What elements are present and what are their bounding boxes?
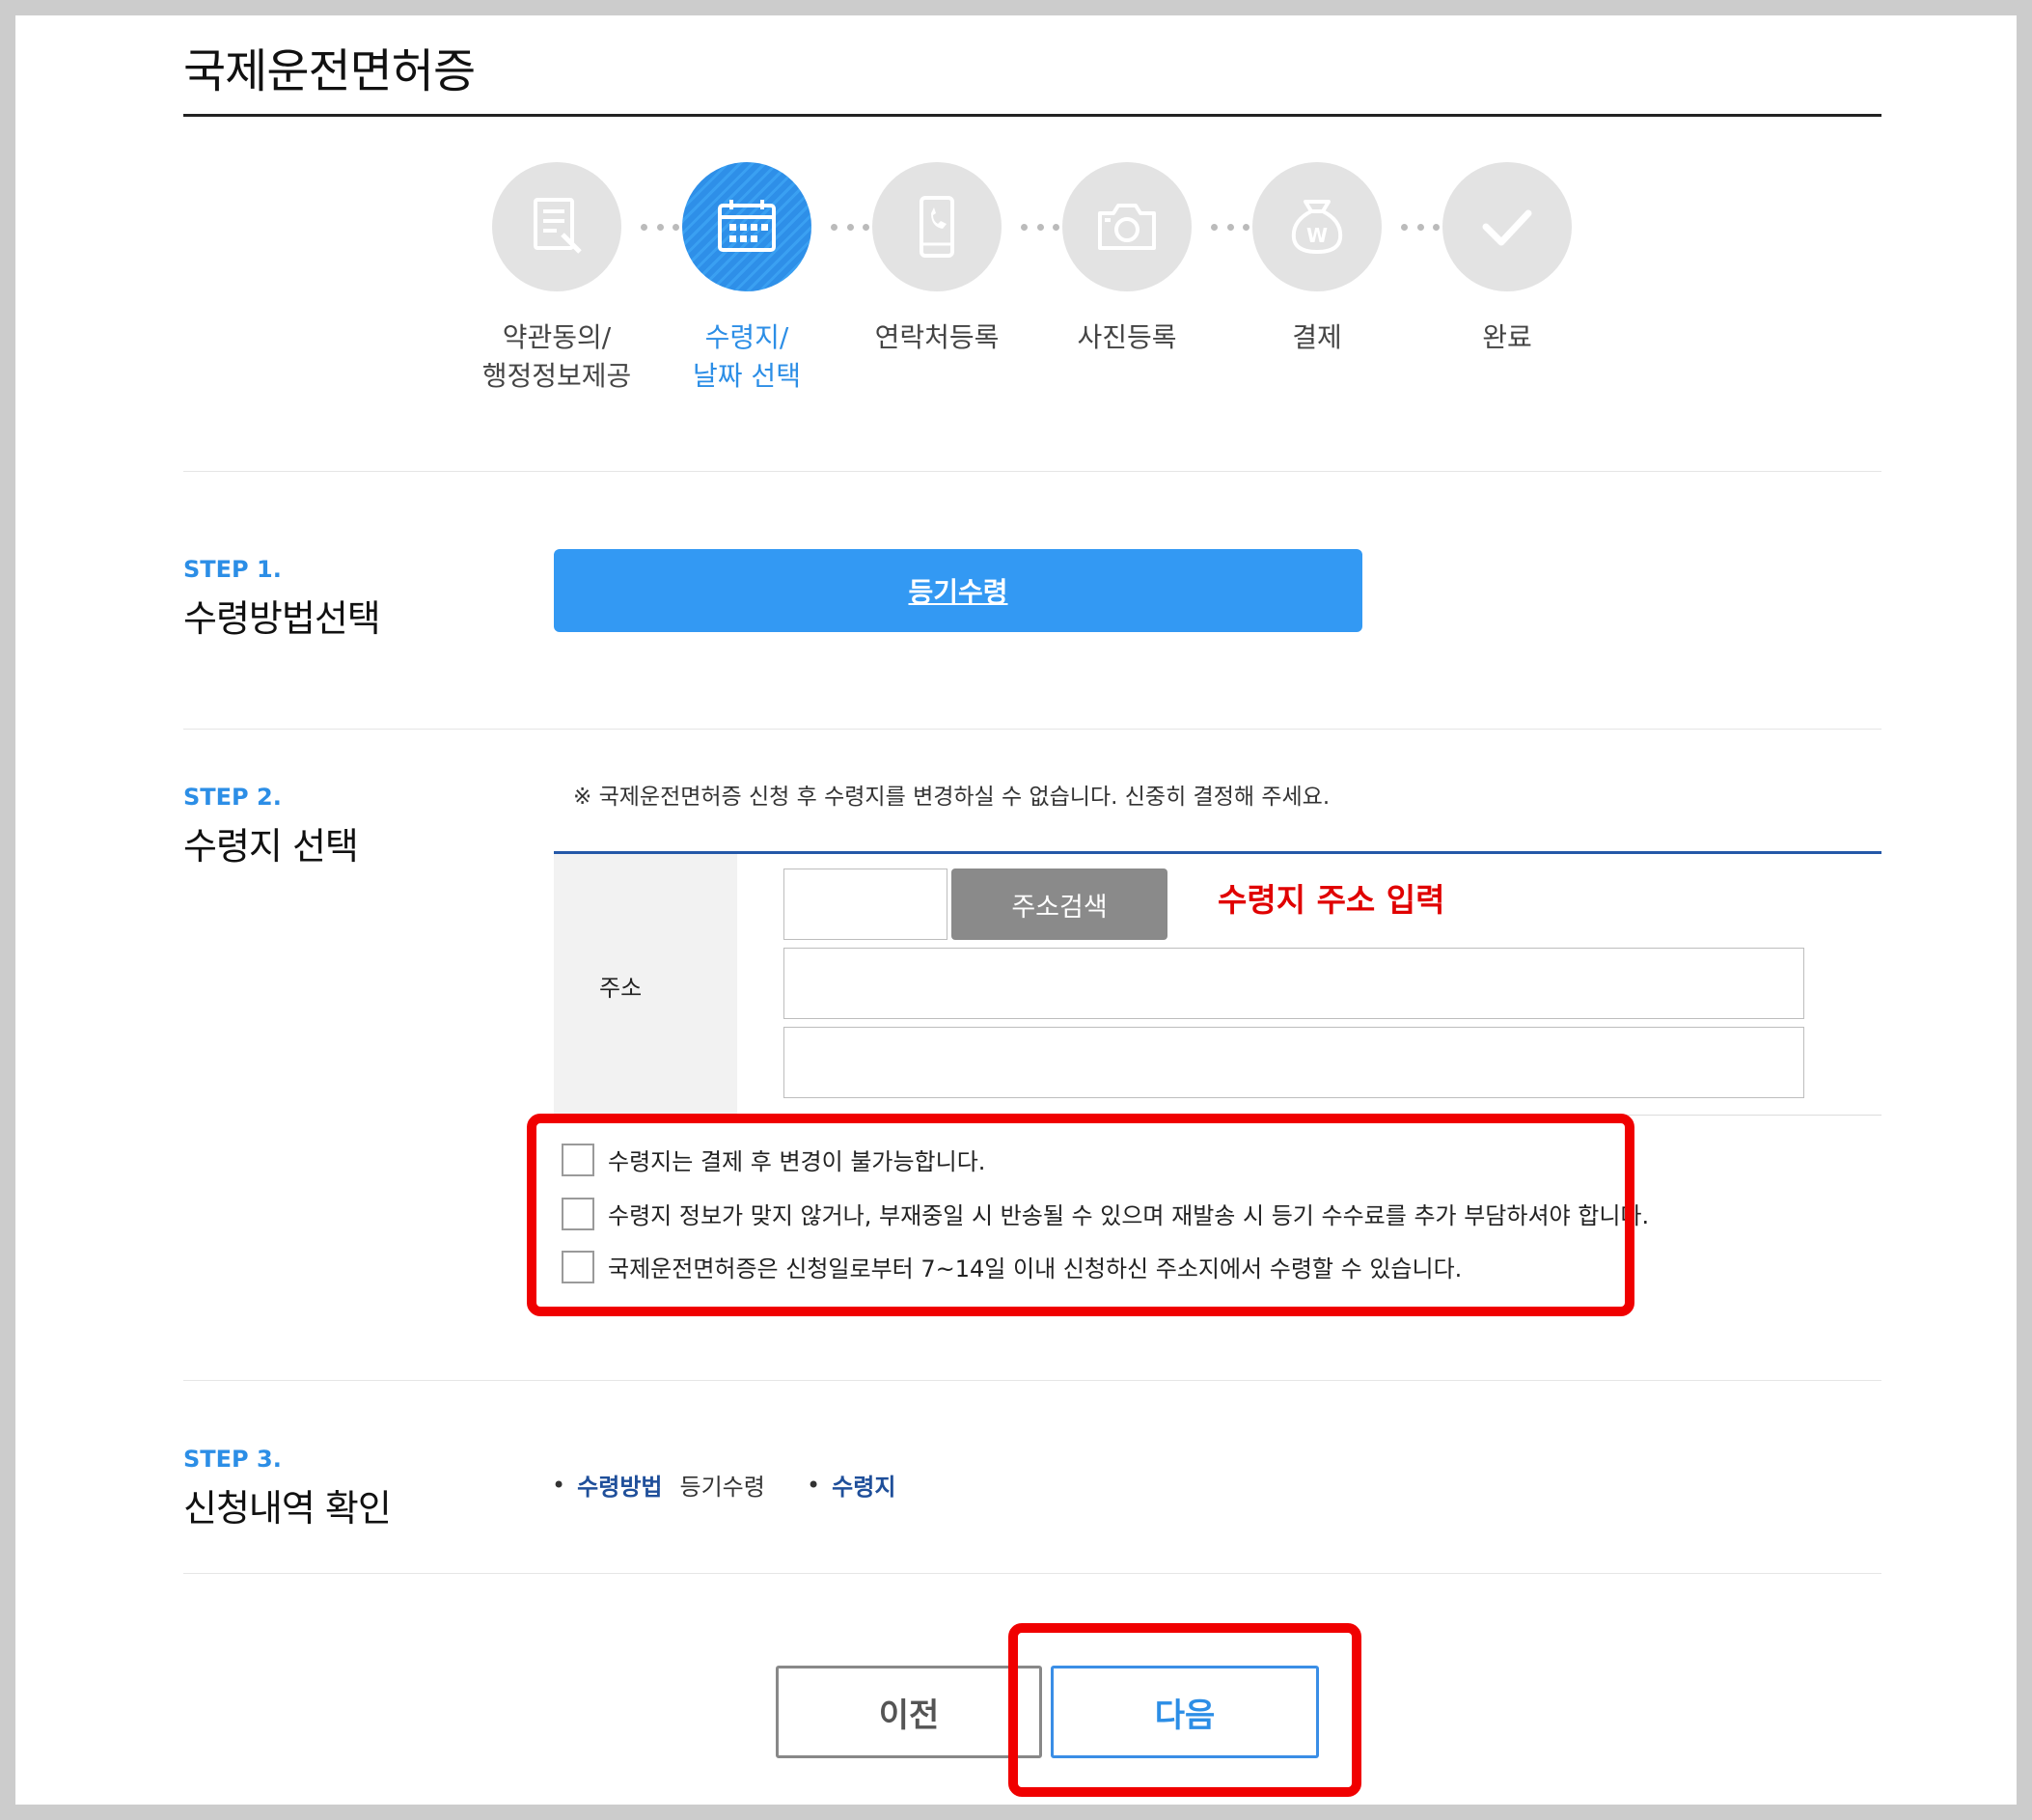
registered-mail-button[interactable]: 등기수령 [554, 549, 1362, 632]
calendar-icon [718, 200, 776, 252]
address-label-cell [554, 854, 737, 1115]
step-connector [1021, 223, 1059, 231]
bullet: • [807, 1471, 821, 1499]
step-label-photo: 사진등록 [1077, 321, 1177, 353]
section-divider [183, 471, 1881, 472]
step2-title: 수령지 선택 [183, 825, 359, 868]
page-frame: 국제운전면허증 W 약관동의/ 행정정보제공 수령지/ 날짜 선택 연락처등록 … [15, 15, 2017, 1805]
postal-code-input[interactable] [783, 869, 947, 940]
step-connector [831, 223, 869, 231]
step-label-terms: 약관동의/ 행정정보제공 [481, 321, 632, 392]
step-label-payment: 결제 [1292, 321, 1342, 353]
step-connector [641, 223, 679, 231]
address-search-button[interactable]: 주소검색 [951, 869, 1167, 940]
pickup-notice: ※ 국제운전면허증 신청 후 수령지를 변경하실 수 없습니다. 신중히 결정해… [573, 785, 1331, 810]
bullet: • [552, 1471, 566, 1499]
money-bag-icon: W [1291, 200, 1343, 255]
step1-number: STEP 1. [183, 556, 282, 583]
address-input-annotation: 수령지 주소 입력 [1218, 881, 1445, 919]
page-title: 국제운전면허증 [183, 44, 476, 98]
step-circle-pickup [682, 162, 811, 291]
step-circle-photo [1062, 162, 1192, 291]
camera-icon [1098, 204, 1156, 250]
step-label-contact: 연락처등록 [874, 321, 1000, 353]
step-circle-payment: W [1252, 162, 1382, 291]
svg-text:W: W [1306, 224, 1328, 247]
step-label-complete: 완료 [1482, 321, 1532, 353]
summary-method-value: 등기수령 [679, 1474, 765, 1501]
summary-method: • 수령방법 등기수령 [552, 1468, 765, 1502]
section-divider [183, 729, 1881, 730]
step3-title: 신청내역 확인 [183, 1487, 392, 1530]
summary-method-key: 수령방법 [577, 1474, 663, 1501]
section-divider [183, 1573, 1881, 1574]
checkbox-highlight-box [527, 1114, 1634, 1316]
step-label-pickup: 수령지/ 날짜 선택 [693, 321, 801, 392]
summary-place: • 수령지 [807, 1468, 913, 1502]
check-icon [1482, 209, 1532, 246]
document-pen-icon [534, 198, 582, 254]
summary-place-key: 수령지 [832, 1474, 896, 1501]
step3-number: STEP 3. [183, 1446, 282, 1473]
step-connector [1401, 223, 1440, 231]
phone-icon [920, 196, 954, 258]
prev-button[interactable]: 이전 [776, 1666, 1042, 1758]
next-button-highlight-box [1008, 1623, 1361, 1797]
address-label: 주소 [599, 975, 643, 1002]
step-circle-terms [492, 162, 621, 291]
step-circle-contact [872, 162, 1002, 291]
step-circle-complete [1442, 162, 1572, 291]
address-line2-input[interactable] [783, 1027, 1804, 1098]
step1-title: 수령방법선택 [183, 597, 381, 640]
address-table-top-border [554, 851, 1881, 854]
address-line1-input[interactable] [783, 948, 1804, 1019]
step-connector [1211, 223, 1249, 231]
title-divider [183, 114, 1881, 117]
step2-number: STEP 2. [183, 784, 282, 811]
section-divider [183, 1380, 1881, 1381]
